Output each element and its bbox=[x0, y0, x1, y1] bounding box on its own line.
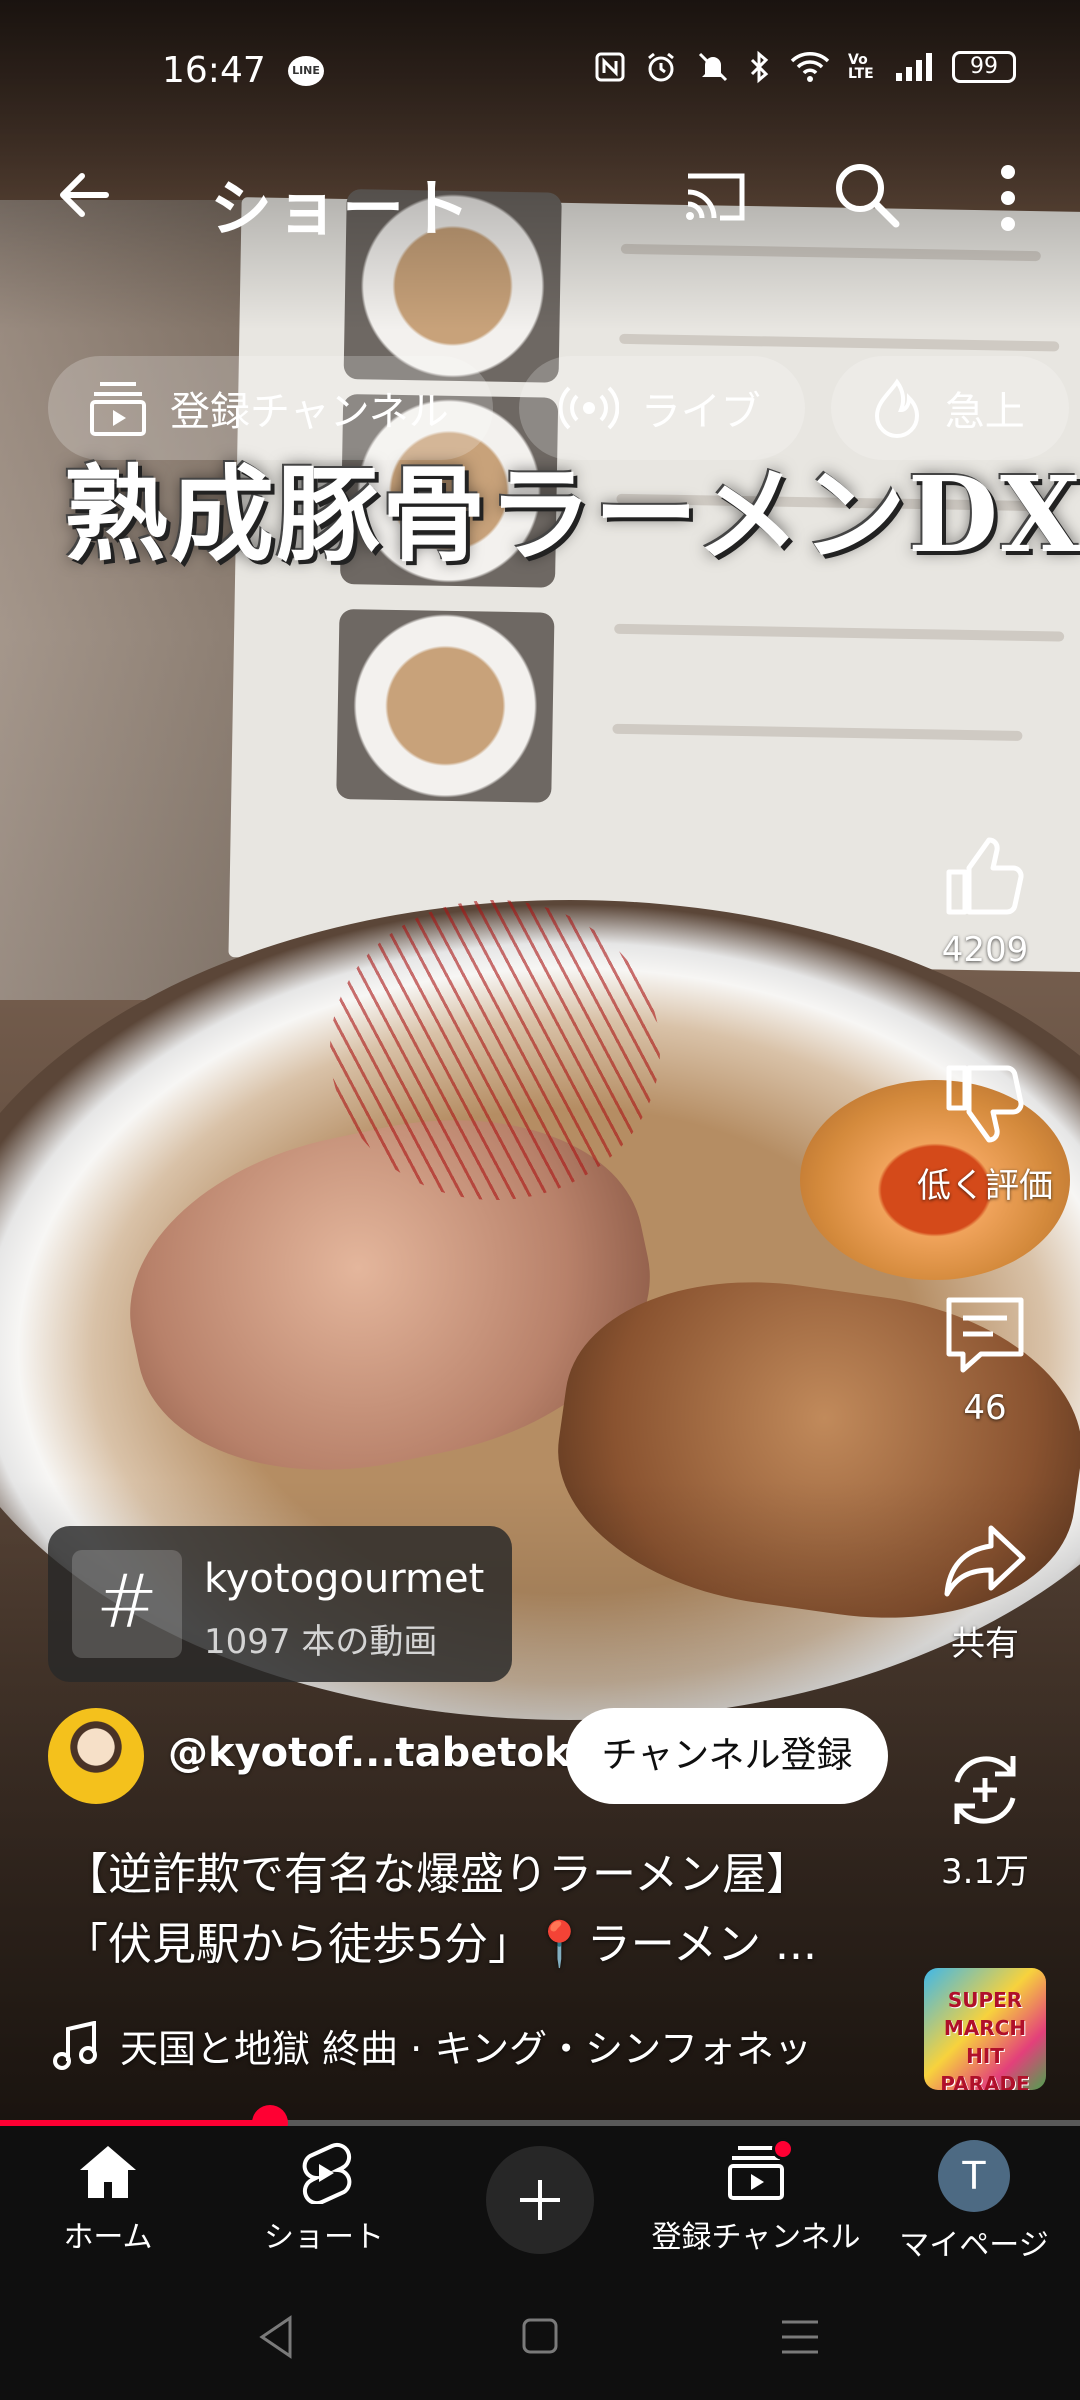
mute-icon bbox=[698, 52, 728, 82]
menu-line bbox=[619, 333, 1060, 352]
channel-avatar[interactable] bbox=[48, 1708, 144, 1804]
hashtag-name: kyotogourmet bbox=[204, 1556, 485, 1602]
create-button[interactable] bbox=[486, 2146, 594, 2254]
signal-icon bbox=[896, 53, 932, 81]
system-home-icon[interactable] bbox=[510, 2312, 570, 2362]
like-button[interactable]: 4209 bbox=[900, 832, 1070, 970]
thumb-text: SUPER bbox=[947, 1988, 1023, 2012]
nav-mypage[interactable]: T マイページ bbox=[874, 2140, 1074, 2264]
hashtag-video-count: 1097 本の動画 bbox=[204, 1622, 438, 1662]
wifi-icon bbox=[790, 52, 830, 82]
description-line: 「伏見駅から徒歩5分」📍ラーメン ... bbox=[64, 1919, 817, 1970]
menu-line bbox=[612, 723, 1023, 741]
cast-icon[interactable] bbox=[680, 162, 750, 232]
system-recents-icon[interactable] bbox=[770, 2312, 830, 2362]
system-back-icon[interactable] bbox=[250, 2312, 310, 2362]
menu-photo bbox=[336, 608, 555, 803]
share-button[interactable]: 共有 bbox=[900, 1518, 1070, 1665]
hashtag-card[interactable]: # kyotogourmet 1097 本の動画 bbox=[48, 1526, 512, 1682]
status-time: 16:47 bbox=[162, 50, 266, 91]
thumbs-down-icon bbox=[946, 1065, 1024, 1143]
shorts-icon bbox=[302, 2142, 352, 2204]
video-overlay-title: 熟成豚骨ラーメンDX bbox=[64, 453, 1080, 576]
dislike-label: 低く評価 bbox=[917, 1166, 1053, 1206]
nav-label: ショート bbox=[264, 2220, 384, 2255]
volte-icon: Vo LTE bbox=[848, 52, 874, 82]
top-app-bar: ショート bbox=[0, 150, 1080, 260]
page-title: ショート bbox=[210, 172, 475, 245]
hashtag-icon: # bbox=[72, 1550, 182, 1658]
video-description[interactable]: 【逆詐欺で有名な爆盛りラーメン屋】 「伏見駅から徒歩5分」📍ラーメン ... bbox=[64, 1840, 884, 1980]
live-icon bbox=[558, 386, 619, 430]
home-icon bbox=[80, 2146, 136, 2198]
comment-icon bbox=[946, 1297, 1024, 1373]
thumbs-up-icon bbox=[946, 837, 1024, 915]
dislike-button[interactable]: 低く評価 bbox=[900, 1060, 1070, 1207]
thumb-text: HIT PARADE bbox=[940, 2044, 1030, 2090]
back-arrow-icon[interactable] bbox=[50, 160, 120, 230]
like-count: 4209 bbox=[941, 930, 1029, 970]
thumb-text: MARCH bbox=[943, 2016, 1027, 2040]
music-title: 天国と地獄 終曲 · キング・シンフォネッ bbox=[120, 2027, 813, 2071]
status-bar: 16:47 LINE Vo LTE 99 bbox=[0, 0, 1080, 150]
line-app-icon: LINE bbox=[288, 56, 324, 86]
bottom-navigation: ホーム ショート 登録チャンネル T マイページ bbox=[0, 2126, 1080, 2274]
system-navigation-bar bbox=[0, 2274, 1080, 2400]
notification-dot bbox=[772, 2138, 794, 2160]
nav-subscriptions[interactable]: 登録チャンネル bbox=[651, 2138, 861, 2256]
chip-label: ライブ bbox=[640, 389, 761, 435]
search-icon[interactable] bbox=[830, 158, 902, 230]
alarm-icon bbox=[648, 52, 674, 82]
bluetooth-icon bbox=[750, 50, 769, 84]
menu-line bbox=[614, 623, 1065, 642]
share-icon bbox=[944, 1525, 1026, 1597]
subscriptions-icon bbox=[90, 382, 146, 436]
remix-button[interactable]: 3.1万 bbox=[900, 1746, 1070, 1893]
status-icons: Vo LTE 99 bbox=[594, 50, 1016, 84]
subscribe-button[interactable]: チャンネル登録 bbox=[566, 1708, 888, 1804]
trending-icon bbox=[874, 378, 919, 438]
remix-count: 3.1万 bbox=[940, 1852, 1030, 1892]
chili-threads bbox=[330, 900, 660, 1200]
audio-thumbnail[interactable]: SUPER MARCH HIT PARADE bbox=[924, 1968, 1046, 2090]
channel-handle[interactable]: @kyotof...tabetoku bbox=[168, 1730, 599, 1776]
nav-label: ホーム bbox=[63, 2220, 153, 2255]
nav-label: 登録チャンネル bbox=[651, 2220, 861, 2255]
chip-label: 急上 bbox=[944, 389, 1025, 435]
music-row[interactable]: 天国と地獄 終曲 · キング・シンフォネッ bbox=[52, 2018, 892, 2073]
user-avatar: T bbox=[938, 2140, 1010, 2212]
music-note-icon bbox=[53, 2020, 97, 2070]
comment-count: 46 bbox=[963, 1388, 1007, 1428]
more-vert-icon[interactable] bbox=[988, 158, 1028, 238]
nfc-icon bbox=[595, 52, 625, 82]
nav-shorts[interactable]: ショート bbox=[224, 2140, 424, 2256]
battery-icon: 99 bbox=[952, 51, 1016, 83]
share-label: 共有 bbox=[951, 1624, 1019, 1664]
description-line: 【逆詐欺で有名な爆盛りラーメン屋】 bbox=[64, 1849, 811, 1900]
nav-label: マイページ bbox=[899, 2228, 1049, 2263]
comments-button[interactable]: 46 bbox=[900, 1290, 1070, 1428]
chip-label: 登録チャンネル bbox=[170, 389, 449, 435]
remix-icon bbox=[954, 1756, 1016, 1824]
plus-icon bbox=[520, 2180, 560, 2220]
nav-home[interactable]: ホーム bbox=[8, 2140, 208, 2256]
